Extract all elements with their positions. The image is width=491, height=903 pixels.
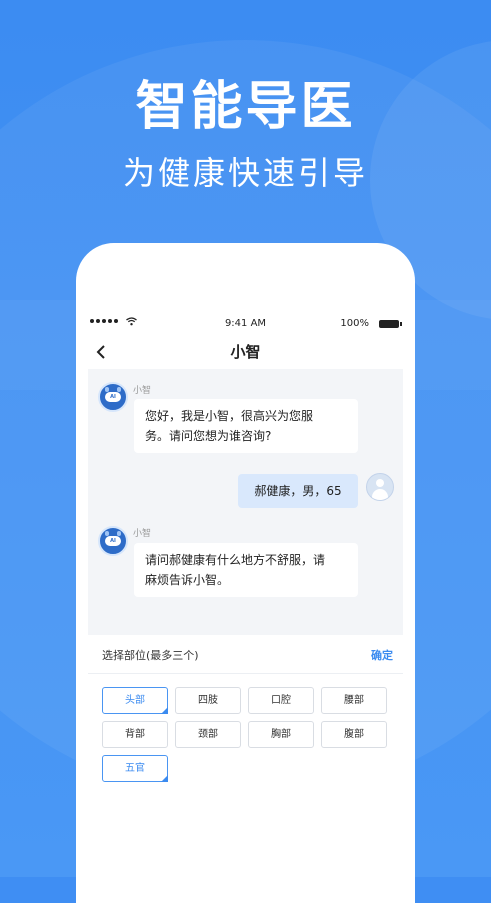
user-message: 郝健康，男，65 <box>238 474 358 508</box>
bot-name: 小智 <box>133 386 152 396</box>
body-part-picker: 选择部位(最多三个) 确定 头部 四肢 口腔 腰部背部 颈部 胸部 腹部五官 <box>88 635 403 903</box>
divider <box>88 673 403 674</box>
picker-header: 选择部位(最多三个) 确定 <box>102 647 393 665</box>
message-text: 您好，我是小智，很高兴为您服 <box>145 409 314 423</box>
robot-icon: AI <box>105 536 121 546</box>
bot-avatar: AI <box>98 526 128 556</box>
bot-ear-right <box>117 531 121 536</box>
user-icon <box>376 479 384 487</box>
option-chip[interactable]: 背部 <box>102 721 168 748</box>
bot-ear-right <box>117 387 121 392</box>
option-chip[interactable]: 口腔 <box>248 687 314 714</box>
battery-icon <box>379 320 402 328</box>
message-text: 请问郝健康有什么地方不舒服，请 <box>145 553 326 567</box>
phone-mockup: 9:41 AM 100% 小智 AI 小智 您好，我是小智，很高兴为您服 务。请… <box>76 243 415 903</box>
option-chip[interactable]: 胸部 <box>248 721 314 748</box>
option-chip[interactable]: 腰部 <box>321 687 387 714</box>
chat-area[interactable]: AI 小智 您好，我是小智，很高兴为您服 务。请问您想为谁咨询? 郝健康，男，6… <box>88 369 403 635</box>
option-chip[interactable]: 腹部 <box>321 721 387 748</box>
confirm-button[interactable]: 确定 <box>371 647 393 663</box>
message-text: 务。请问您想为谁咨询? <box>145 429 272 443</box>
user-avatar <box>366 473 394 501</box>
battery-percent: 100% <box>340 318 369 329</box>
nav-bar: 小智 <box>76 339 415 365</box>
user-icon-body <box>372 489 388 500</box>
message-text: 麻烦告诉小智。 <box>145 573 230 587</box>
status-bar: 9:41 AM 100% <box>76 317 415 331</box>
option-chip[interactable]: 头部 <box>102 687 168 714</box>
option-chip[interactable]: 四肢 <box>175 687 241 714</box>
bot-message: 请问郝健康有什么地方不舒服，请 麻烦告诉小智。 <box>134 543 358 597</box>
bot-name: 小智 <box>133 529 152 539</box>
banner-title: 智能导医 <box>135 77 356 137</box>
robot-icon: AI <box>105 392 121 402</box>
picker-title: 选择部位(最多三个) <box>102 649 199 662</box>
page-title: 小智 <box>230 343 261 361</box>
bot-avatar: AI <box>98 382 128 412</box>
banner-subtitle: 为健康快速引导 <box>122 154 368 192</box>
option-chip[interactable]: 颈部 <box>175 721 241 748</box>
option-chip[interactable]: 五官 <box>102 755 168 782</box>
bot-message: 您好，我是小智，很高兴为您服 务。请问您想为谁咨询? <box>134 399 358 453</box>
